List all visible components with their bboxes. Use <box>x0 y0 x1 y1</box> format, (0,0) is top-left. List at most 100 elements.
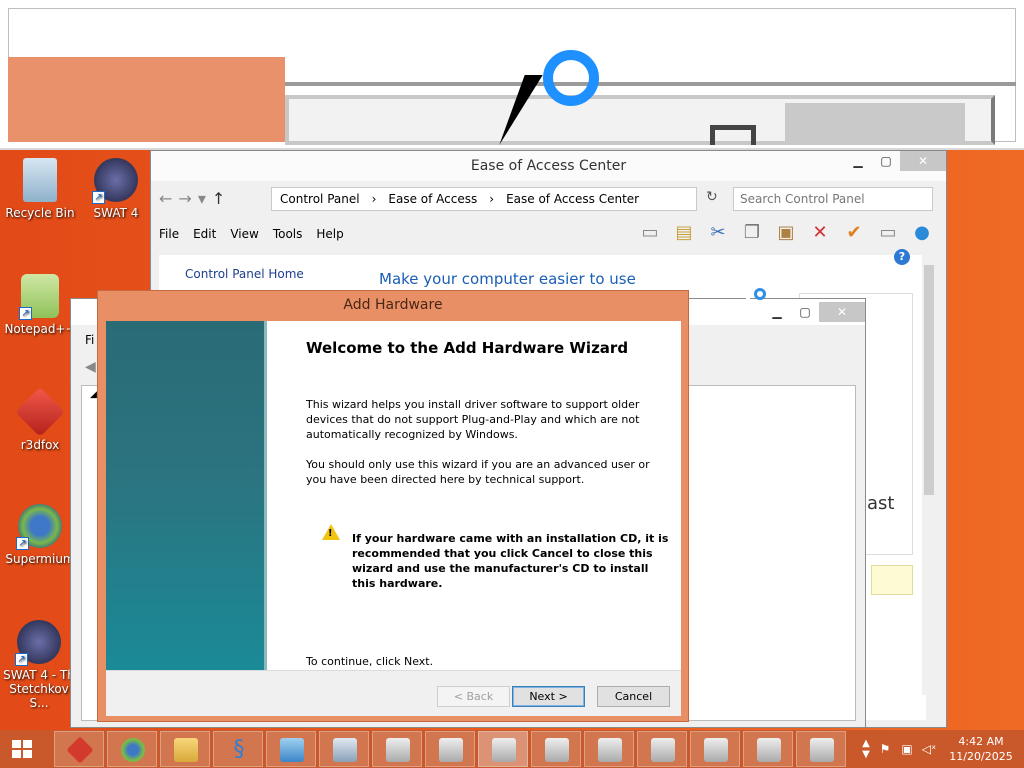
desktop-icon-label: Supermium <box>5 552 75 566</box>
desktop-icon-swat4-expansion[interactable]: ↗ SWAT 4 - Th Stetchkov S... <box>0 620 78 710</box>
toolbar: ▭ ▤ ✂ ❐ ▣ ✕ ✔ ▭ ● <box>638 221 934 245</box>
recent-dropdown-icon[interactable]: ▾ <box>198 189 212 208</box>
cancel-button[interactable]: Cancel <box>597 686 670 707</box>
system-tray: ▲ ▼ ⚑ ▣ ◁ˣ 4:42 AM 11/20/2025 <box>858 730 1024 768</box>
address-bar[interactable]: Control Panel › Ease of Access › Ease of… <box>271 187 697 211</box>
window-titlebar[interactable]: Ease of Access Center ▁ ▢ ✕ <box>151 151 946 181</box>
control-panel-icon <box>280 738 304 762</box>
magnified-wizard-title <box>8 57 285 142</box>
taskbar-item-r3dfox[interactable] <box>54 731 104 767</box>
copy-icon[interactable]: ❐ <box>740 221 764 245</box>
clock-time: 4:42 AM <box>958 735 1004 748</box>
close-button[interactable]: ✕ <box>900 151 946 171</box>
menu-view[interactable]: View <box>230 227 258 247</box>
desktop-icon-supermium[interactable]: ↗ Supermium <box>2 504 78 566</box>
search-input[interactable]: Search Control Panel <box>733 187 933 211</box>
breadcrumb-item[interactable]: Ease of Access <box>388 188 477 210</box>
action-center-icon[interactable]: ⚑ <box>874 742 896 756</box>
close-button[interactable]: ✕ <box>819 302 865 322</box>
back-arrow-icon[interactable]: ◀ <box>85 359 96 375</box>
menu-edit[interactable]: Edit <box>193 227 216 247</box>
desktop-icon-notepadpp[interactable]: ↗ Notepad++ <box>2 274 78 336</box>
tray-overflow-icon[interactable]: ▲ ▼ <box>858 738 874 760</box>
breadcrumb-separator: › <box>371 192 377 206</box>
continue-text: To continue, click Next. <box>306 655 434 668</box>
globe-icon[interactable]: ● <box>910 221 934 245</box>
taskbar-item-hardware-wizard[interactable] <box>425 731 475 767</box>
taskbar-item-hardware-wizard[interactable] <box>531 731 581 767</box>
cut-icon[interactable]: ✂ <box>706 221 730 245</box>
delete-icon[interactable]: ✕ <box>808 221 832 245</box>
menu-tools[interactable]: Tools <box>273 227 303 247</box>
desktop-icon-r3dfox[interactable]: r3dfox <box>2 387 78 452</box>
hardware-wizard-icon <box>492 738 516 762</box>
partial-text: ast <box>867 493 895 514</box>
r3dfox-icon <box>15 387 65 437</box>
minimize-button[interactable]: ▁ <box>763 302 791 322</box>
paste-icon[interactable]: ▣ <box>774 221 798 245</box>
breadcrumb-separator: › <box>489 192 495 206</box>
taskbar-item-hardware-wizard[interactable] <box>796 731 846 767</box>
menu-help[interactable]: Help <box>316 227 343 247</box>
volume-muted-icon[interactable]: ◁ˣ <box>918 742 940 756</box>
back-arrow-icon[interactable]: ← <box>159 189 178 208</box>
maximize-button[interactable]: ▢ <box>791 302 819 322</box>
taskbar-item-hardware-wizard[interactable] <box>478 731 528 767</box>
taskbar-item-supermium[interactable] <box>107 731 157 767</box>
expand-arrow-icon[interactable]: ◢ <box>90 390 97 400</box>
desktop-icon-label: SWAT 4 - Th Stetchkov S... <box>3 668 75 710</box>
taskbar-item-file-explorer[interactable] <box>160 731 210 767</box>
vertical-scrollbar[interactable] <box>922 255 936 695</box>
check-icon[interactable]: ✔ <box>842 221 866 245</box>
desktop-icon-swat4[interactable]: ↗ SWAT 4 <box>78 158 154 220</box>
desktop-icon-label: r3dfox <box>20 438 60 452</box>
wizard-description: This wizard helps you install driver sof… <box>306 398 640 441</box>
help-icon[interactable]: ? <box>894 249 910 265</box>
windows-logo-icon <box>12 740 32 758</box>
hardware-wizard-icon <box>651 738 675 762</box>
taskbar-item-device-manager[interactable] <box>319 731 369 767</box>
next-button[interactable]: Next > <box>512 686 585 707</box>
wizard-advice: You should only use this wizard if you a… <box>306 458 650 486</box>
start-button[interactable] <box>0 730 44 768</box>
hardware-wizard-icon <box>810 738 834 762</box>
scrollbar-thumb[interactable] <box>924 265 934 495</box>
taskbar-item-hardware-wizard[interactable] <box>743 731 793 767</box>
taskbar-item-hardware-wizard[interactable] <box>584 731 634 767</box>
breadcrumb-item[interactable]: Ease of Access Center <box>506 188 639 210</box>
magnifier-view <box>0 0 1024 150</box>
mouse-cursor-icon <box>746 293 752 311</box>
busy-ring-icon <box>754 288 766 300</box>
minimize-button[interactable]: ▁ <box>844 151 872 171</box>
taskbar-item-swan-app[interactable]: § <box>213 731 263 767</box>
network-icon[interactable]: ▣ <box>896 742 918 756</box>
wizard-footer: < Back Next > Cancel <box>106 670 681 716</box>
desktop-icon-label: Notepad++ <box>4 322 76 336</box>
magnified-divider <box>285 82 1016 86</box>
clock[interactable]: 4:42 AM 11/20/2025 <box>940 734 1022 764</box>
wizard-body: Welcome to the Add Hardware Wizard This … <box>106 321 681 670</box>
taskbar-item-hardware-wizard[interactable] <box>372 731 422 767</box>
desktop-icon-recycle-bin[interactable]: Recycle Bin <box>2 158 78 220</box>
taskbar-item-hardware-wizard[interactable] <box>690 731 740 767</box>
up-arrow-icon[interactable]: ↑ <box>212 189 231 208</box>
rename-icon[interactable]: ▭ <box>876 221 900 245</box>
breadcrumb-item[interactable]: Control Panel <box>280 188 360 210</box>
taskbar-item-control-panel[interactable] <box>266 731 316 767</box>
layout-icon[interactable]: ▭ <box>638 221 662 245</box>
magnified-maximize-icon <box>710 125 756 145</box>
control-panel-home-link[interactable]: Control Panel Home <box>185 267 304 281</box>
maximize-button[interactable]: ▢ <box>872 151 900 171</box>
menu-file[interactable]: File <box>159 227 179 247</box>
desktop-icon-label: SWAT 4 <box>93 206 139 220</box>
folder-icon <box>174 738 198 762</box>
warning-icon: ! <box>322 524 340 540</box>
hardware-wizard-icon <box>598 738 622 762</box>
taskbar-item-hardware-wizard[interactable] <box>637 731 687 767</box>
hardware-wizard-icon <box>704 738 728 762</box>
forward-arrow-icon[interactable]: → <box>178 189 197 208</box>
back-button[interactable]: < Back <box>437 686 510 707</box>
refresh-icon[interactable]: ↻ <box>706 189 718 205</box>
menu-file[interactable]: Fi <box>85 333 94 347</box>
properties-icon[interactable]: ▤ <box>672 221 696 245</box>
